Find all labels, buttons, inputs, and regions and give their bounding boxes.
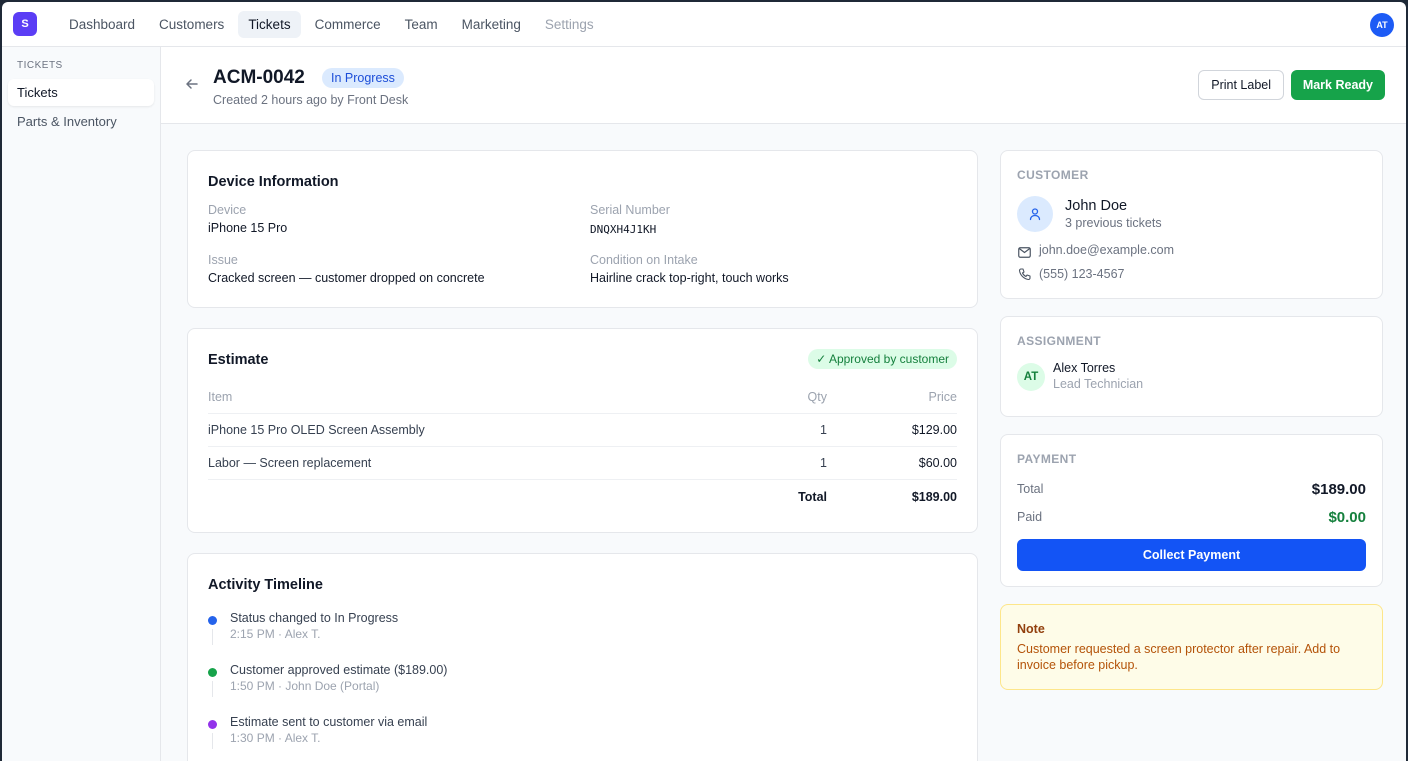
row-item: iPhone 15 Pro OLED Screen Assembly <box>208 423 425 437</box>
timeline-title: Activity Timeline <box>208 577 323 593</box>
serial-value: DNQXH4J1KH <box>590 223 657 236</box>
issue-label: Issue <box>208 253 238 267</box>
activity-timeline-card: Activity Timeline Status changed to In P… <box>187 553 978 761</box>
row-qty: 1 <box>820 456 827 470</box>
app-window: S Dashboard Customers Tickets Commerce T… <box>2 2 1406 761</box>
payment-paid-value: $0.00 <box>1328 509 1366 526</box>
sidebar-section-label: TICKETS <box>17 60 63 71</box>
payment-card: PAYMENT Total $189.00 Paid $0.00 Collect… <box>1000 434 1383 587</box>
total-value: $189.00 <box>911 489 957 504</box>
technician-avatar: AT <box>1017 363 1045 391</box>
nav-tickets[interactable]: Tickets <box>238 10 301 38</box>
approved-label: Approved by customer <box>828 352 949 366</box>
arrow-left-icon[interactable] <box>185 77 199 96</box>
timeline-dot <box>208 668 217 677</box>
estimate-title: Estimate <box>208 352 269 368</box>
mark-ready-button[interactable]: Mark Ready <box>1290 70 1385 100</box>
sidebar: TICKETS Tickets Parts & Inventory <box>2 47 161 761</box>
serial-label: Serial Number <box>590 203 670 217</box>
mail-icon <box>1018 245 1031 263</box>
customer-phone[interactable]: (555) 123-4567 <box>1039 267 1124 281</box>
user-avatar[interactable]: AT <box>1370 13 1394 37</box>
condition-value: Hairline crack top-right, touch works <box>590 271 789 285</box>
timeline-connector <box>212 629 213 645</box>
page-title: ACM-0042 <box>213 67 305 88</box>
payment-total-label: Total <box>1017 482 1044 496</box>
table-row: iPhone 15 Pro OLED Screen Assembly 1 $12… <box>208 414 957 447</box>
condition-label: Condition on Intake <box>590 253 698 267</box>
timeline-connector <box>212 681 213 697</box>
collect-payment-button[interactable]: Collect Payment <box>1017 539 1366 571</box>
nav-commerce[interactable]: Commerce <box>305 11 391 38</box>
customer-section-label: CUSTOMER <box>1017 168 1089 182</box>
customer-name[interactable]: John Doe <box>1065 198 1127 214</box>
col-qty-header: Qty <box>807 390 827 404</box>
user-icon <box>1017 196 1053 232</box>
payment-paid-label: Paid <box>1017 510 1043 524</box>
nav-team[interactable]: Team <box>395 11 448 38</box>
note-title: Note <box>1017 622 1045 636</box>
nav-settings[interactable]: Settings <box>535 11 604 38</box>
timeline-event-time: 1:30 PM · Alex T. <box>230 731 321 745</box>
check-icon: ✓ <box>816 352 827 366</box>
nav-marketing[interactable]: Marketing <box>452 11 531 38</box>
assignment-card: ASSIGNMENT AT Alex Torres Lead Technicia… <box>1000 316 1383 417</box>
timeline-dot <box>208 720 217 729</box>
timeline-event-text: Estimate sent to customer via email <box>230 715 428 729</box>
device-value: iPhone 15 Pro <box>208 221 288 235</box>
estimate-header-row: Item Qty Price <box>208 381 957 414</box>
customer-email[interactable]: john.doe@example.com <box>1039 243 1174 257</box>
payment-section-label: PAYMENT <box>1017 452 1077 466</box>
note-text: Customer requested a screen protector af… <box>1017 642 1341 672</box>
timeline-event-time: 2:15 PM · Alex T. <box>230 627 321 641</box>
estimate-total-row: Total $189.00 <box>208 480 957 513</box>
nav-customers[interactable]: Customers <box>149 11 234 38</box>
col-item-header: Item <box>208 390 233 404</box>
phone-icon <box>1018 268 1031 286</box>
page-header: ACM-0042 In Progress Created 2 hours ago… <box>161 47 1406 124</box>
estimate-card: Estimate ✓ Approved by customer Item Qty… <box>187 328 978 533</box>
timeline-event-time: 1:50 PM · John Doe (Portal) <box>230 679 380 693</box>
issue-value: Cracked screen — customer dropped on con… <box>208 271 485 285</box>
col-price-header: Price <box>928 390 957 404</box>
row-price: $129.00 <box>911 423 957 437</box>
app-logo[interactable]: S <box>13 12 37 36</box>
payment-total-value: $189.00 <box>1311 481 1366 498</box>
row-price: $60.00 <box>918 456 957 470</box>
print-label-button[interactable]: Print Label <box>1198 70 1284 100</box>
main-content: ACM-0042 In Progress Created 2 hours ago… <box>161 47 1406 761</box>
timeline-event-text: Customer approved estimate ($189.00) <box>230 663 448 677</box>
nav-dashboard[interactable]: Dashboard <box>59 11 145 38</box>
technician-name[interactable]: Alex Torres <box>1053 361 1115 375</box>
timeline-dot <box>208 616 217 625</box>
device-info-card: Device Information Device iPhone 15 Pro … <box>187 150 978 308</box>
timeline-connector <box>212 733 213 749</box>
device-info-title: Device Information <box>208 174 339 190</box>
assignment-section-label: ASSIGNMENT <box>1017 334 1102 348</box>
sidebar-item-tickets[interactable]: Tickets <box>8 79 154 106</box>
row-qty: 1 <box>820 423 827 437</box>
customer-card: CUSTOMER John Doe 3 previous tickets joh… <box>1000 150 1383 299</box>
status-badge: In Progress <box>322 68 404 88</box>
technician-role: Lead Technician <box>1053 377 1144 391</box>
note-card: Note Customer requested a screen protect… <box>1000 604 1383 690</box>
row-item: Labor — Screen replacement <box>208 456 372 470</box>
customer-history: 3 previous tickets <box>1065 216 1162 230</box>
approved-badge: ✓ Approved by customer <box>808 349 957 369</box>
timeline-event-text: Status changed to In Progress <box>230 611 399 625</box>
sidebar-item-parts-inventory[interactable]: Parts & Inventory <box>8 108 154 135</box>
created-meta: Created 2 hours ago by Front Desk <box>213 93 409 107</box>
device-label: Device <box>208 203 247 217</box>
top-nav: S Dashboard Customers Tickets Commerce T… <box>2 2 1406 47</box>
total-label: Total <box>798 489 827 504</box>
table-row: Labor — Screen replacement 1 $60.00 <box>208 447 957 480</box>
